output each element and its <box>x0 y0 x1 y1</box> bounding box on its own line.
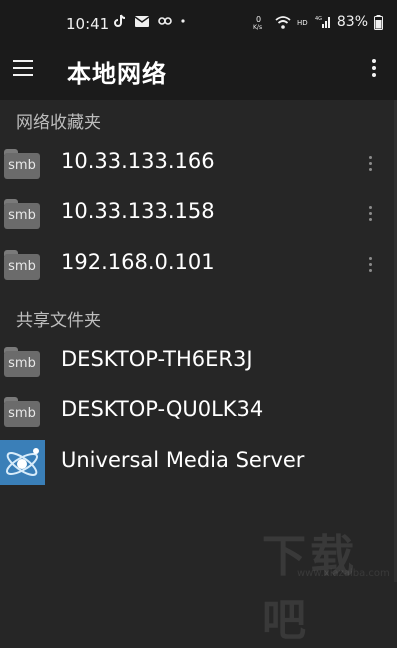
list-item[interactable]: smb DESKTOP-QU0LK34 <box>0 390 397 440</box>
section-header-favorites: 网络收藏夹 <box>16 113 101 133</box>
network-speed-icon: 0 K/s <box>253 15 262 30</box>
ums-icon <box>0 440 45 485</box>
server-label: Universal Media Server <box>61 448 305 472</box>
svg-text:4G: 4G <box>315 16 322 22</box>
svg-text:HD: HD <box>297 19 308 27</box>
watermark-url: www.xiazaiba.com <box>297 568 390 579</box>
item-more-icon[interactable] <box>369 206 373 222</box>
host-label: 10.33.133.158 <box>61 199 215 223</box>
section-header-shared: 共享文件夹 <box>16 311 101 331</box>
overflow-menu-icon[interactable] <box>370 59 378 79</box>
status-right: 0 K/s HD 4G 83% <box>253 14 383 30</box>
smb-folder-icon: smb <box>4 397 40 427</box>
battery-icon <box>374 14 383 30</box>
mail-icon <box>135 15 149 27</box>
list-item[interactable]: Universal Media Server <box>0 440 397 491</box>
status-bar: 10:41 0 K/s HD 4G 83% <box>0 0 397 50</box>
more-notifications-icon <box>181 19 185 23</box>
smb-folder-icon: smb <box>4 199 40 229</box>
status-time: 10:41 <box>66 15 110 33</box>
svg-text:0: 0 <box>256 15 261 24</box>
host-label: 192.168.0.101 <box>61 250 215 274</box>
page-title: 本地网络 <box>67 60 167 88</box>
svg-text:K/s: K/s <box>253 24 262 30</box>
list-item[interactable]: smb DESKTOP-TH6ER3J <box>0 340 397 390</box>
list-item[interactable]: smb 192.168.0.101 <box>0 243 397 293</box>
smb-folder-icon: smb <box>4 250 40 280</box>
battery-percent: 83% <box>336 14 368 30</box>
smb-folder-icon: smb <box>4 347 40 377</box>
menu-icon[interactable] <box>13 60 35 78</box>
app-bar <box>0 50 397 100</box>
smb-folder-icon: smb <box>4 149 40 179</box>
signal-4g-icon: 4G <box>315 16 330 28</box>
wifi-icon <box>275 15 291 29</box>
tiktok-notification-icon <box>114 14 126 27</box>
link-icon <box>158 17 172 25</box>
notification-icons <box>114 14 185 28</box>
item-more-icon[interactable] <box>369 257 373 273</box>
list-item[interactable]: smb 10.33.133.166 <box>0 142 397 192</box>
hd-icon: HD <box>297 19 308 27</box>
host-label: DESKTOP-QU0LK34 <box>61 397 264 421</box>
watermark: 下载吧 <box>262 531 358 646</box>
item-more-icon[interactable] <box>369 156 373 172</box>
list-item[interactable]: smb 10.33.133.158 <box>0 192 397 242</box>
host-label: 10.33.133.166 <box>61 149 215 173</box>
host-label: DESKTOP-TH6ER3J <box>61 347 253 371</box>
